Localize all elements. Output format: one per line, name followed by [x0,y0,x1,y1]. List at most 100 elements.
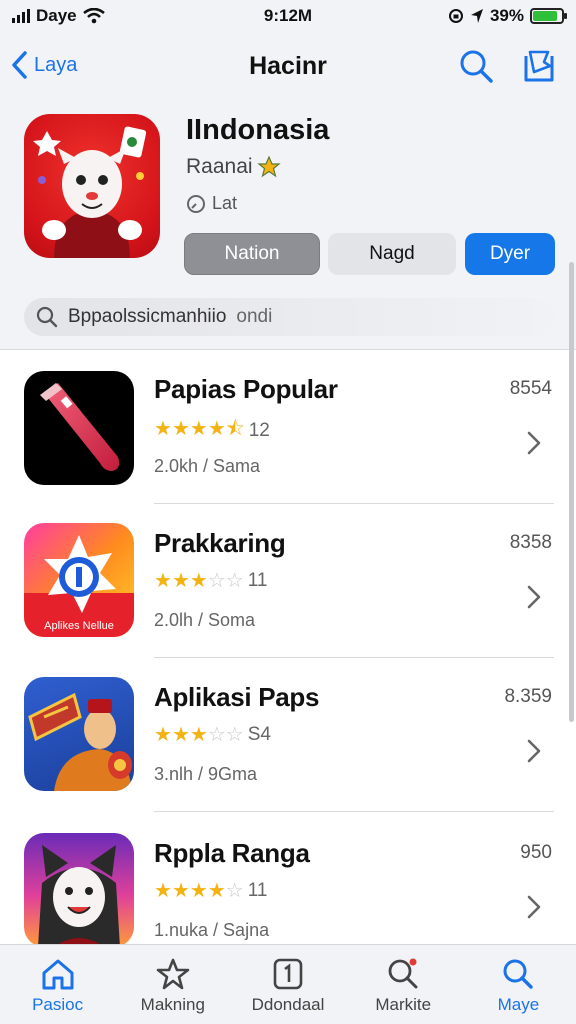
star-icon: ★ [189,570,208,592]
tab-makning[interactable]: Makning [115,945,230,1024]
status-bar: Daye 9:12M 39% [0,0,576,34]
rating-stars: ★★★☆☆ [154,722,244,747]
tab-label: Makning [140,995,205,1014]
star-icon: ★ [171,418,190,440]
star-icon: ★ [189,418,208,440]
app-price: 950 [520,842,552,863]
app-list-item[interactable]: Rppla Ranga ★★★★☆ 11 1.nuka / Sajna 950 [0,812,576,944]
share-icon [524,50,554,82]
battery-percent: 39% [489,6,524,25]
nation-button[interactable]: Nation [184,233,320,275]
star-rating: ★★★★⯪ 12 [154,414,270,448]
app-list-item[interactable]: Papias Popular ★★★★⯪ 12 2.0kh / Sama 855… [0,350,576,504]
app-list-item[interactable]: Aplikes Nellue Prakkaring ★★★☆☆ 11 2.0lh… [0,504,576,658]
chevron-right-icon [527,739,541,763]
star-icon: ★ [154,724,172,746]
tab-maye[interactable]: Maye [461,945,576,1024]
star-icon: ★ [207,880,226,902]
chevron-right-icon [527,895,541,919]
search-icon [503,959,534,989]
search-placeholder: Bppaolssicmanhiio [68,306,227,327]
rating-stars: ★★★★⯪ [154,414,245,448]
star-icon: ★ [154,418,172,440]
location-icon [470,9,483,23]
app-name: Prakkaring [154,528,286,558]
star-icon: ☆ [225,570,244,592]
star-icon: ☆ [225,880,244,902]
mascot-illustration [33,126,147,258]
lipstick-illustration [40,383,120,471]
app-meta: 1.nuka / Sajna [154,920,270,940]
tab-pasioc[interactable]: Pasioc [0,945,115,1024]
search-icon [388,958,418,989]
subtitle-text: Raanai [186,155,253,178]
chevron-right-icon [527,431,541,455]
tab-label: Pasioc [32,995,84,1014]
tab-label: Maye [497,995,540,1014]
status-right: 39% [448,6,567,26]
app-meta: 2.0lh / Soma [154,610,256,630]
star-icon: ⯪ [225,418,245,440]
star-icon: ★ [171,724,190,746]
search-placeholder-tail: ondi [236,306,273,327]
star-icon: ★ [154,570,172,592]
star-rating: ★★★★☆ 11 [154,878,267,903]
app-icon: Aplikes Nellue [24,523,134,637]
rating-count: 12 [248,420,270,441]
rating-count: 11 [247,879,268,901]
apps-icon [273,958,303,990]
star-icon: ★ [154,880,172,902]
star-icon: ★ [189,724,208,746]
navigation-bar: Laya Hacinr [0,44,576,90]
battery-icon [530,8,567,24]
badge-illustration: Aplikes Nellue [24,535,134,637]
icon-caption: Aplikes Nellue [44,620,114,632]
featured-app-title: IIndonasia [186,114,330,146]
app-list-item[interactable]: Aplikasi Paps ★★★☆☆ S4 3.nlh / 9Gma 8.35… [0,658,576,812]
chevron-right-icon [527,585,541,609]
star-icon: ★ [189,880,208,902]
app-name: Rppla Ranga [154,838,310,868]
star-rating: ★★★☆☆ S4 [154,722,271,747]
search-input[interactable]: Bppaolssicmanhiio ondi [24,298,554,336]
scrollbar[interactable] [569,262,574,722]
star-icon: ★ [171,570,190,592]
share-button[interactable] [522,48,556,89]
app-name: Aplikasi Paps [154,682,320,712]
star-icon: ☆ [225,724,244,746]
search-button[interactable] [458,48,494,89]
star-rating: ★★★☆☆ 11 [154,568,267,593]
app-price: 8.359 [504,686,552,707]
star-badge-icon [256,155,281,178]
star-icon: ☆ [207,724,226,746]
get-button[interactable]: Dyer [465,233,555,275]
star-icon [156,958,190,990]
rating-count: 11 [247,569,268,591]
app-icon [24,833,134,944]
featured-app-meta: Lat [186,193,237,214]
app-price: 8358 [509,532,552,553]
lock-rotation-icon [448,9,463,23]
rating-count: S4 [247,723,271,745]
app-name: Papias Popular [154,374,338,404]
app-price: 8554 [509,378,552,399]
battery-level-fill [533,11,557,21]
app-meta: 3.nlh / 9Gma [154,764,258,784]
meta-text: Lat [212,193,238,213]
featured-app-icon[interactable] [24,114,160,258]
app-meta: 2.0kh / Sama [154,456,261,476]
nagd-button[interactable]: Nagd [328,233,456,275]
rating-stars: ★★★★☆ [154,878,244,903]
tab-ddondaal[interactable]: Ddondaal [230,945,345,1024]
app-icon [24,677,134,791]
star-icon: ☆ [207,570,226,592]
featured-app-subtitle: Raanai [186,155,281,179]
tab-label: Ddondaal [251,995,325,1014]
tab-label: Markite [375,995,432,1014]
rating-stars: ★★★☆☆ [154,568,244,593]
app-icon [24,371,134,485]
search-icon [460,50,493,83]
home-icon [42,959,74,990]
tab-markite[interactable]: Markite [346,945,461,1024]
tab-bar: Pasioc Makning Ddondaal Markite Maye [0,944,576,1024]
